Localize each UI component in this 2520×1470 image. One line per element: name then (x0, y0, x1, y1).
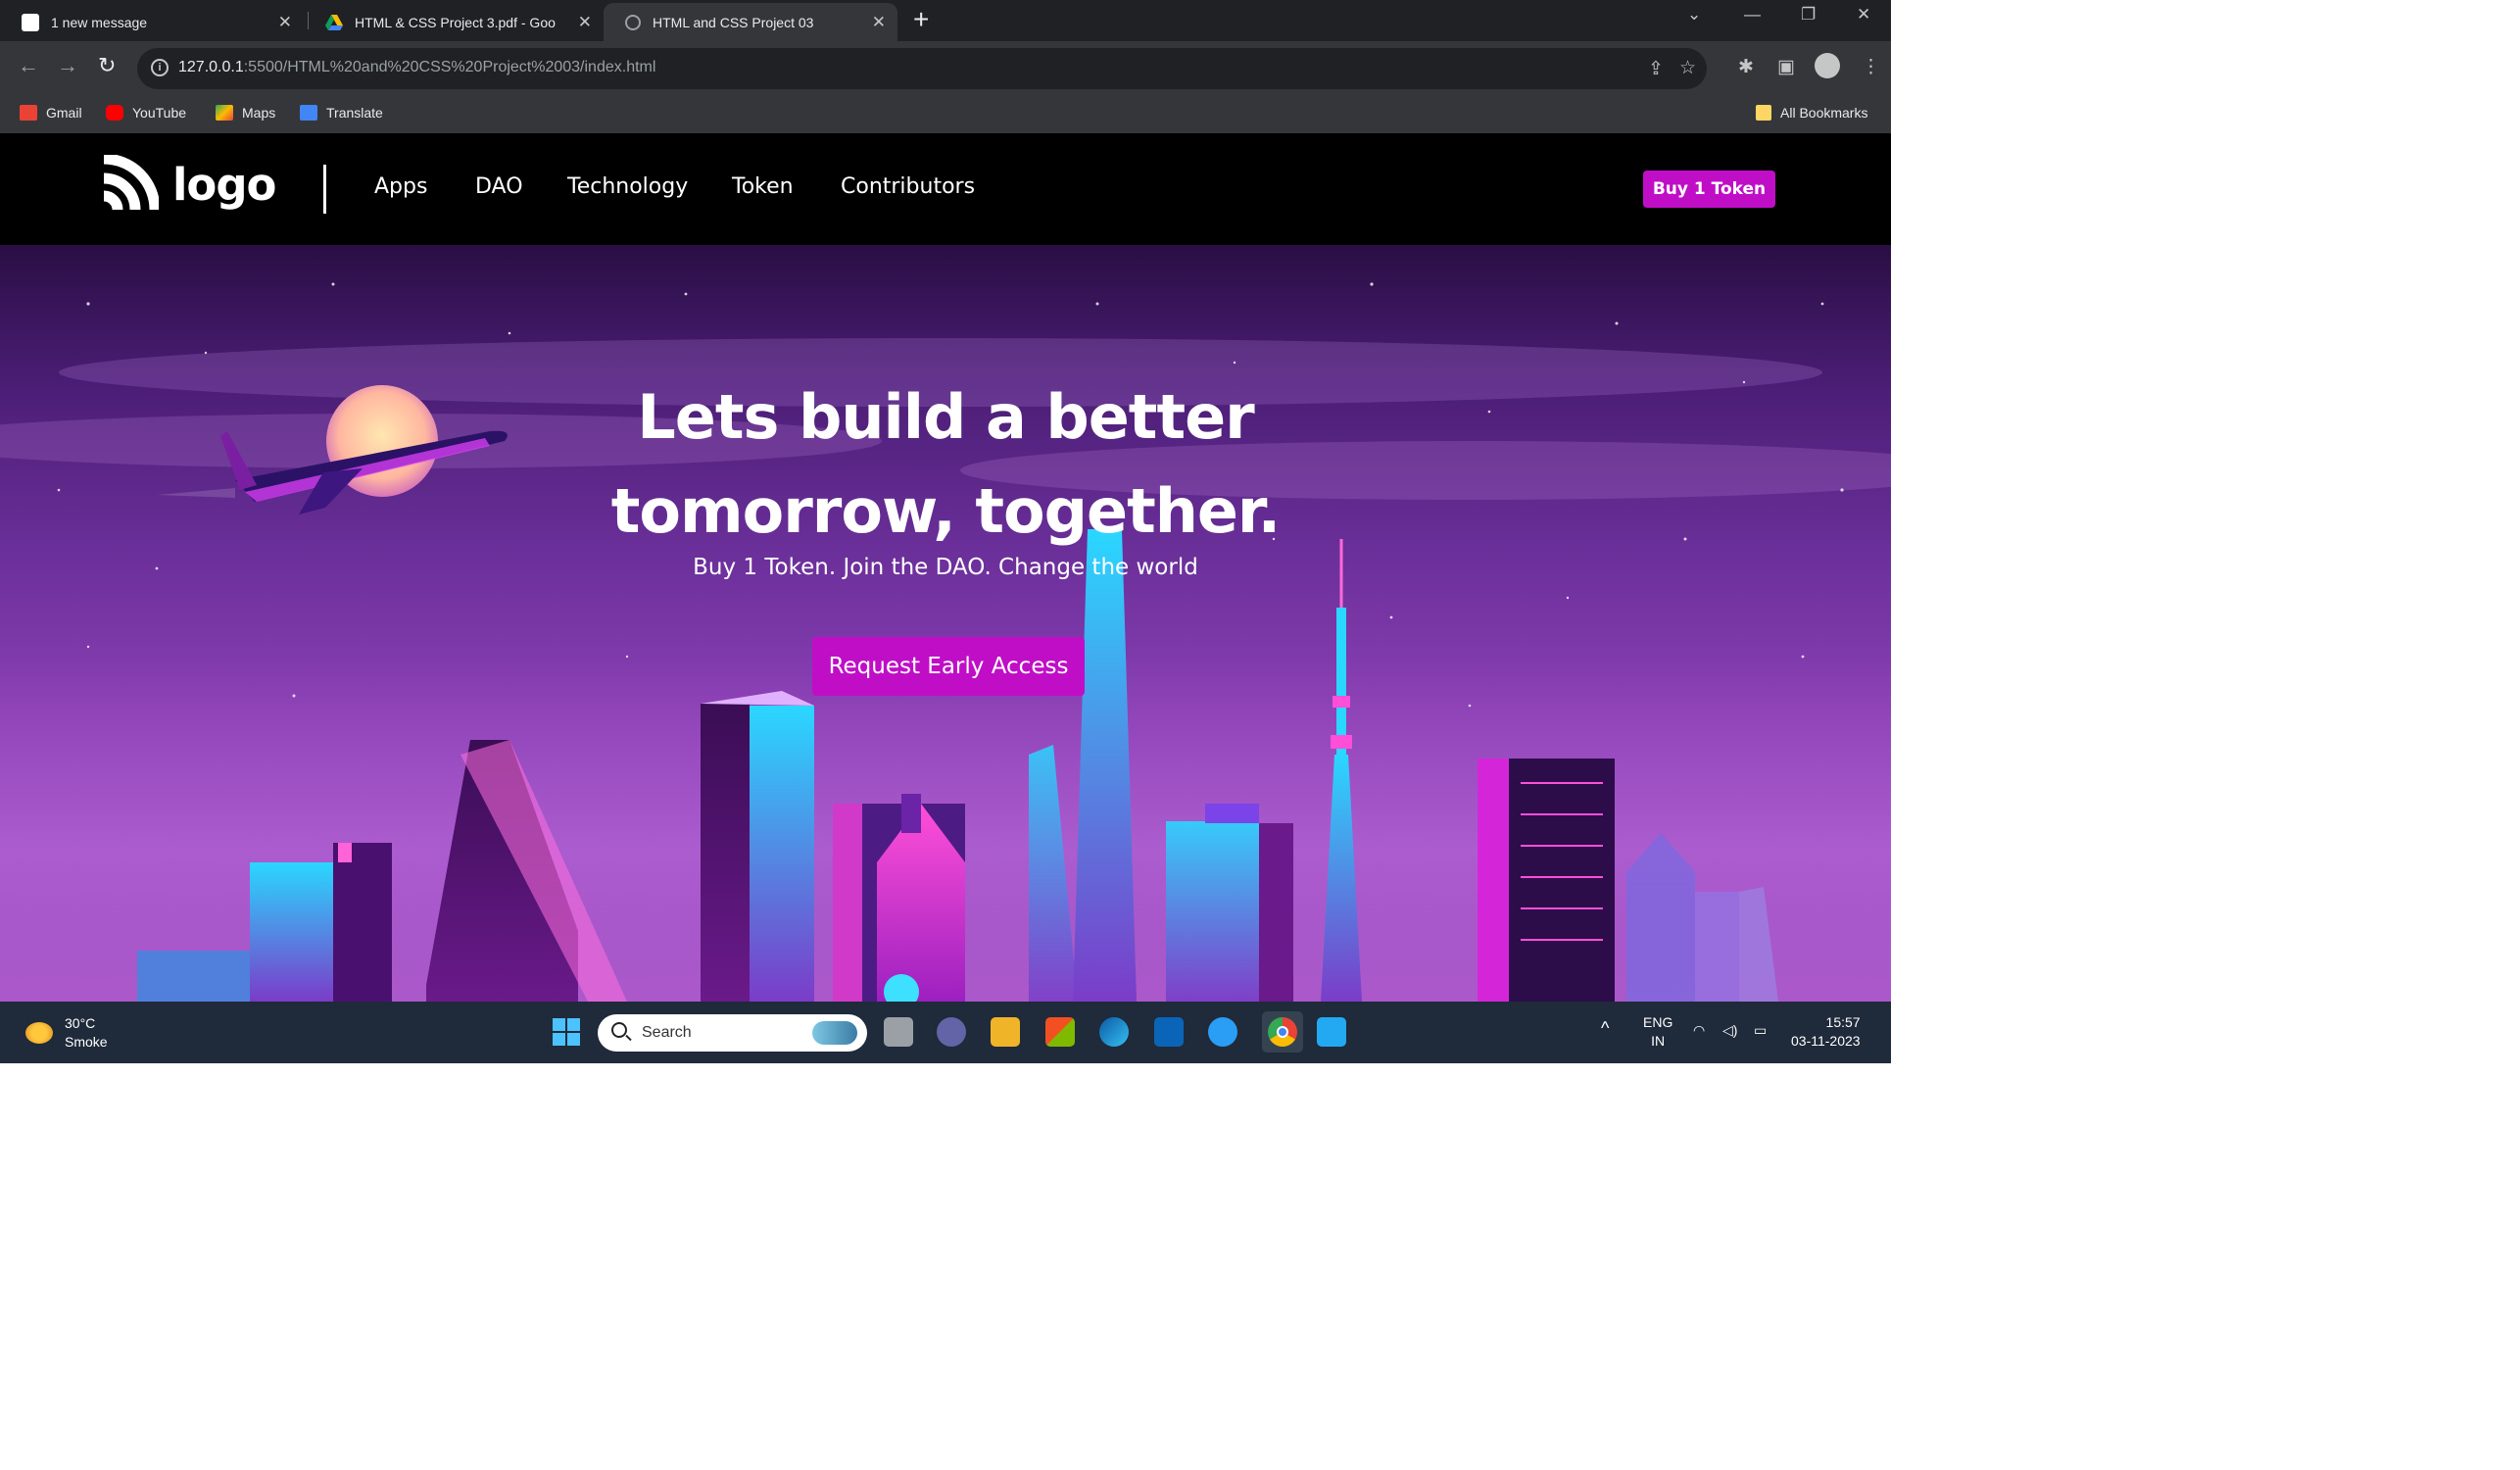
city-skyline-illustration (0, 282, 1891, 1002)
nav-divider (323, 165, 326, 214)
bookmark-maps[interactable]: Maps (216, 105, 275, 121)
internet-explorer-icon[interactable] (1208, 1017, 1237, 1047)
rss-logo-icon (103, 155, 159, 211)
hero-section: Lets build a better tomorrow, together. … (0, 245, 1891, 1002)
site-logo[interactable]: logo (100, 155, 276, 214)
weather-widget[interactable]: 30°C Smoke (25, 1014, 108, 1052)
all-bookmarks[interactable]: All Bookmarks (1756, 105, 1867, 121)
mydigi-app-icon[interactable] (1154, 1017, 1184, 1047)
buy-token-button[interactable]: Buy 1 Token (1643, 171, 1775, 208)
youtube-icon (106, 105, 123, 121)
windows-taskbar: 30°C Smoke Search ^ ENG IN ◠ ◁) ▭ 15:57 … (0, 1002, 1891, 1063)
bookmark-youtube[interactable]: YouTube (106, 105, 186, 121)
tab-notion[interactable]: 1 new message ✕ (0, 3, 304, 41)
nav-contributors[interactable]: Contributors (841, 174, 975, 199)
tab-search-icon[interactable]: ⌄ (1687, 5, 1701, 24)
search-highlight-icon (812, 1021, 857, 1045)
task-view-icon[interactable] (884, 1017, 913, 1047)
file-explorer-icon[interactable] (991, 1017, 1020, 1047)
bookmark-gmail[interactable]: Gmail (20, 105, 82, 121)
bookmark-translate[interactable]: Translate (300, 105, 383, 121)
screenshot: 1 new message ✕ HTML & CSS Project 3.pdf… (0, 0, 1891, 1063)
browser-toolbar: ← → ↻ i 127.0.0.1:5500/HTML%20and%20CSS%… (0, 41, 1891, 96)
nav-apps[interactable]: Apps (374, 174, 427, 199)
tab-project[interactable]: HTML and CSS Project 03 ✕ (604, 3, 897, 41)
nav-token[interactable]: Token (732, 174, 794, 199)
side-panel-icon[interactable]: ▣ (1777, 56, 1795, 78)
microsoft-store-icon[interactable] (1045, 1017, 1075, 1047)
notion-icon (22, 13, 39, 31)
show-hidden-icons-chevron-icon[interactable]: ^ (1601, 1019, 1609, 1038)
close-window-icon[interactable]: ✕ (1857, 5, 1870, 24)
back-arrow-icon[interactable]: ← (18, 53, 39, 78)
browser-tab-bar: 1 new message ✕ HTML & CSS Project 3.pdf… (0, 0, 1891, 41)
translate-icon (300, 105, 317, 121)
menu-dots-icon[interactable]: ⋮ (1862, 56, 1880, 78)
google-drive-icon (325, 14, 343, 31)
restore-icon[interactable]: ❐ (1801, 5, 1816, 24)
language-indicator[interactable]: ENG IN (1643, 1013, 1672, 1051)
teams-chat-icon[interactable] (937, 1017, 966, 1047)
windows-start-icon[interactable] (552, 1017, 581, 1047)
nav-dao[interactable]: DAO (475, 174, 523, 199)
nav-technology[interactable]: Technology (567, 174, 688, 199)
request-early-access-button[interactable]: Request Early Access (812, 637, 1085, 696)
hero-title: Lets build a better tomorrow, together. (610, 381, 1281, 547)
close-tab-icon[interactable]: ✕ (872, 13, 886, 32)
close-tab-icon[interactable]: ✕ (278, 13, 292, 32)
hero-subtitle: Buy 1 Token. Join the DAO. Change the wo… (693, 555, 1198, 580)
globe-icon (625, 14, 641, 30)
vscode-icon[interactable] (1317, 1017, 1346, 1047)
site-info-icon[interactable]: i (151, 59, 169, 76)
reload-icon[interactable]: ↻ (98, 53, 116, 78)
minimize-icon[interactable]: — (1744, 5, 1761, 24)
gmail-icon (20, 105, 37, 121)
extensions-icon[interactable]: ✱ (1738, 56, 1754, 78)
url-text[interactable]: 127.0.0.1:5500/HTML%20and%20CSS%20Projec… (178, 59, 655, 76)
clock[interactable]: 15:57 03-11-2023 (1791, 1013, 1861, 1051)
bookmarks-bar: Gmail YouTube Maps Translate All Bookmar… (0, 96, 1891, 133)
profile-avatar[interactable] (1815, 53, 1840, 78)
new-tab-button[interactable]: + (913, 4, 929, 35)
folder-icon (1756, 105, 1771, 121)
address-bar[interactable]: i 127.0.0.1:5500/HTML%20and%20CSS%20Proj… (137, 48, 1707, 89)
close-tab-icon[interactable]: ✕ (578, 13, 592, 32)
maps-icon (216, 105, 233, 121)
chrome-icon-center (1277, 1026, 1288, 1038)
tab-google-drive[interactable]: HTML & CSS Project 3.pdf - Goo ✕ (304, 3, 604, 41)
taskbar-search[interactable]: Search (598, 1014, 867, 1052)
chrome-taskbar-button[interactable] (1262, 1011, 1303, 1053)
volume-icon[interactable]: ◁) (1722, 1021, 1737, 1040)
edge-browser-icon[interactable] (1099, 1017, 1129, 1047)
bookmark-star-icon[interactable]: ☆ (1679, 57, 1696, 79)
battery-icon[interactable]: ▭ (1754, 1021, 1767, 1040)
search-icon (611, 1022, 627, 1038)
forward-arrow-icon[interactable]: → (57, 53, 78, 78)
share-icon[interactable]: ⇪ (1648, 58, 1664, 80)
weather-sun-icon (25, 1022, 53, 1044)
site-header: logo Apps DAO Technology Token Contribut… (0, 133, 1891, 245)
wifi-icon[interactable]: ◠ (1693, 1021, 1705, 1040)
